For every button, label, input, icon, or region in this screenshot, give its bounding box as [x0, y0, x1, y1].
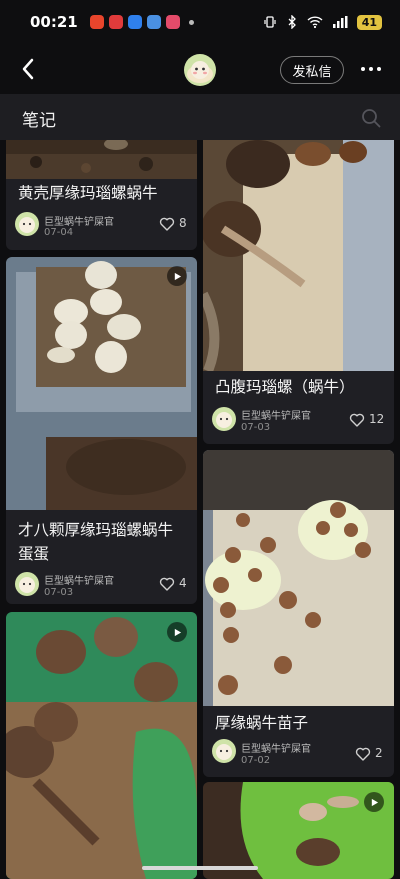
note-cover-image	[6, 257, 197, 510]
video-app-notification-icon	[165, 15, 180, 29]
home-indicator[interactable]	[142, 866, 258, 870]
app-notification-icon	[146, 15, 161, 29]
note-card[interactable]	[6, 612, 197, 879]
note-card[interactable]: 才八颗厚缘玛瑙螺蜗牛 蛋蛋 巨型蜗牛铲屎官 07-03 4	[6, 257, 197, 604]
status-bar: 00:21 41	[0, 0, 400, 44]
post-date: 07-02	[241, 755, 271, 766]
post-date: 07-04	[44, 227, 74, 238]
note-card[interactable]: 厚缘蜗牛苗子 巨型蜗牛铲屎官 07-02 2	[203, 450, 394, 777]
note-title: 凸腹玛瑙螺（蜗牛）	[215, 378, 355, 396]
author-name: 巨型蜗牛铲屎官	[241, 411, 311, 422]
status-notification-icons	[89, 15, 194, 29]
note-title: 黄壳厚缘玛瑙螺蜗牛	[18, 184, 158, 202]
note-card[interactable]: 黄壳厚缘玛瑙螺蜗牛 巨型蜗牛铲屎官 07-04 8	[6, 140, 197, 250]
author-name: 巨型蜗牛铲屎官	[44, 217, 114, 228]
back-chevron-icon[interactable]	[14, 54, 44, 84]
snail-avatar-icon	[184, 54, 216, 86]
profile-avatar[interactable]	[184, 54, 216, 86]
heart-outline-icon[interactable]	[349, 412, 365, 428]
wifi-icon	[307, 16, 323, 29]
note-cover-image	[203, 450, 394, 706]
play-icon	[371, 798, 378, 806]
author-avatar	[15, 572, 39, 596]
like-count: 2	[375, 746, 383, 760]
top-navigation-bar: 发私信	[0, 44, 400, 94]
bluetooth-icon	[288, 15, 296, 29]
more-notifications-dot	[188, 19, 194, 25]
author-avatar	[15, 212, 39, 236]
video-badge	[167, 266, 187, 286]
heart-outline-icon[interactable]	[159, 216, 175, 232]
vibrate-icon	[264, 16, 276, 28]
like-count: 4	[179, 576, 187, 590]
search-icon[interactable]	[360, 107, 382, 129]
author-name: 巨型蜗牛铲屎官	[44, 576, 114, 587]
heart-outline-icon[interactable]	[355, 746, 371, 762]
video-badge	[167, 622, 187, 642]
note-cover-image	[6, 140, 197, 179]
note-title-line-2: 蛋蛋	[18, 545, 50, 563]
like-count: 12	[369, 412, 385, 426]
play-icon	[174, 628, 181, 636]
note-cover-image	[6, 612, 197, 879]
browser-notification-icon	[127, 15, 142, 29]
send-message-button[interactable]: 发私信	[280, 56, 344, 84]
like-count: 8	[179, 216, 187, 230]
tab-notes[interactable]: 笔记	[22, 106, 56, 131]
post-date: 07-03	[44, 587, 74, 598]
note-card[interactable]	[203, 782, 394, 879]
battery-level: 41	[356, 14, 382, 30]
post-date: 07-03	[241, 422, 271, 433]
news-notification-icon	[108, 15, 123, 29]
author-avatar	[212, 407, 236, 431]
heart-outline-icon[interactable]	[159, 576, 175, 592]
section-header: 笔记	[0, 94, 400, 140]
play-icon	[174, 272, 181, 280]
note-title-line-1: 才八颗厚缘玛瑙螺蜗牛	[18, 521, 174, 539]
author-name: 巨型蜗牛铲屎官	[241, 744, 311, 755]
note-cover-image	[203, 140, 394, 371]
note-title: 厚缘蜗牛苗子	[215, 714, 309, 732]
notes-feed: 黄壳厚缘玛瑙螺蜗牛 巨型蜗牛铲屎官 07-04 8 凸腹玛瑙螺（蜗牛） 巨型蜗牛…	[0, 140, 400, 879]
author-avatar	[212, 739, 236, 763]
more-options-icon[interactable]	[354, 56, 388, 82]
video-badge	[364, 792, 384, 812]
signal-5g-icon	[332, 16, 348, 28]
weibo-notification-icon	[89, 15, 104, 29]
note-card[interactable]: 凸腹玛瑙螺（蜗牛） 巨型蜗牛铲屎官 07-03 12	[203, 140, 394, 444]
status-time: 00:21	[30, 13, 78, 31]
